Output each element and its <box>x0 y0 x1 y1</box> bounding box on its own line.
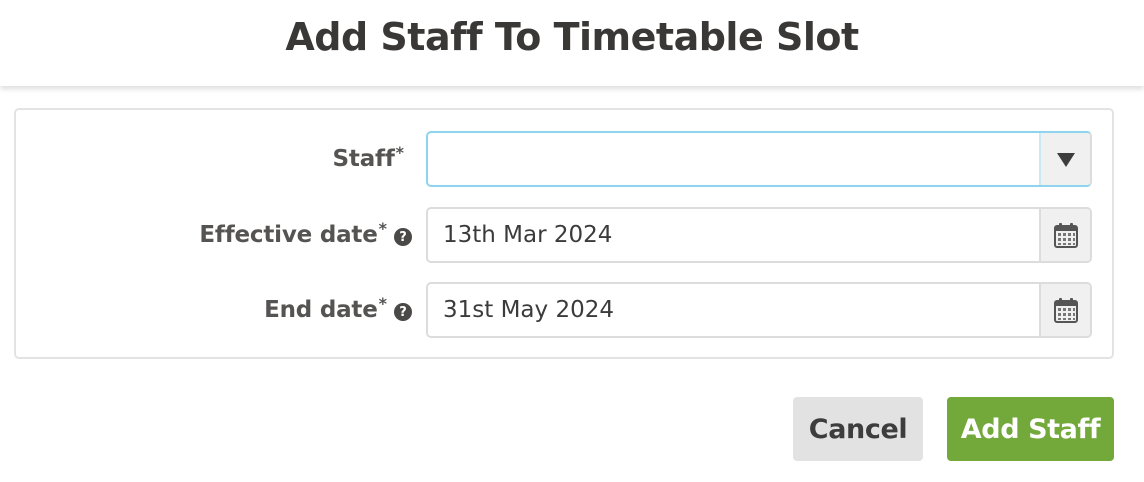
calendar-icon <box>1053 223 1078 248</box>
end-date-label-text: End date <box>264 297 378 323</box>
end-date-field[interactable] <box>426 282 1092 338</box>
staff-input[interactable] <box>428 133 1039 185</box>
modal-header: Add Staff To Timetable Slot <box>0 0 1144 86</box>
end-date-picker-button[interactable] <box>1039 284 1090 336</box>
cancel-button[interactable]: Cancel <box>793 397 923 461</box>
required-marker: * <box>378 219 387 238</box>
calendar-icon <box>1053 298 1078 323</box>
staff-select[interactable] <box>426 131 1092 187</box>
question-circle-icon[interactable]: ? <box>394 228 412 246</box>
form-panel: Staff * Effective date * ? 13th Mar 2024… <box>14 108 1114 359</box>
required-marker: * <box>378 294 387 313</box>
effective-date-label: Effective date * ? <box>199 207 412 263</box>
required-marker: * <box>395 143 404 162</box>
effective-date-row: Effective date * ? <box>16 207 1112 263</box>
effective-date-picker-button[interactable] <box>1039 209 1090 261</box>
staff-label: Staff * <box>333 131 404 187</box>
question-circle-icon[interactable]: ? <box>394 303 412 321</box>
modal-title: Add Staff To Timetable Slot <box>285 15 859 59</box>
end-date-input[interactable] <box>428 284 1039 336</box>
staff-row: Staff * <box>16 131 1112 187</box>
staff-dropdown-button[interactable] <box>1039 133 1090 185</box>
end-date-label: End date * ? <box>264 282 412 338</box>
add-staff-button[interactable]: Add Staff <box>947 397 1114 461</box>
effective-date-input[interactable] <box>428 209 1039 261</box>
effective-date-field[interactable] <box>426 207 1092 263</box>
staff-label-text: Staff <box>332 146 395 172</box>
caret-down-icon <box>1056 153 1075 167</box>
end-date-row: End date * ? <box>16 282 1112 338</box>
effective-date-label-text: Effective date <box>199 222 378 248</box>
